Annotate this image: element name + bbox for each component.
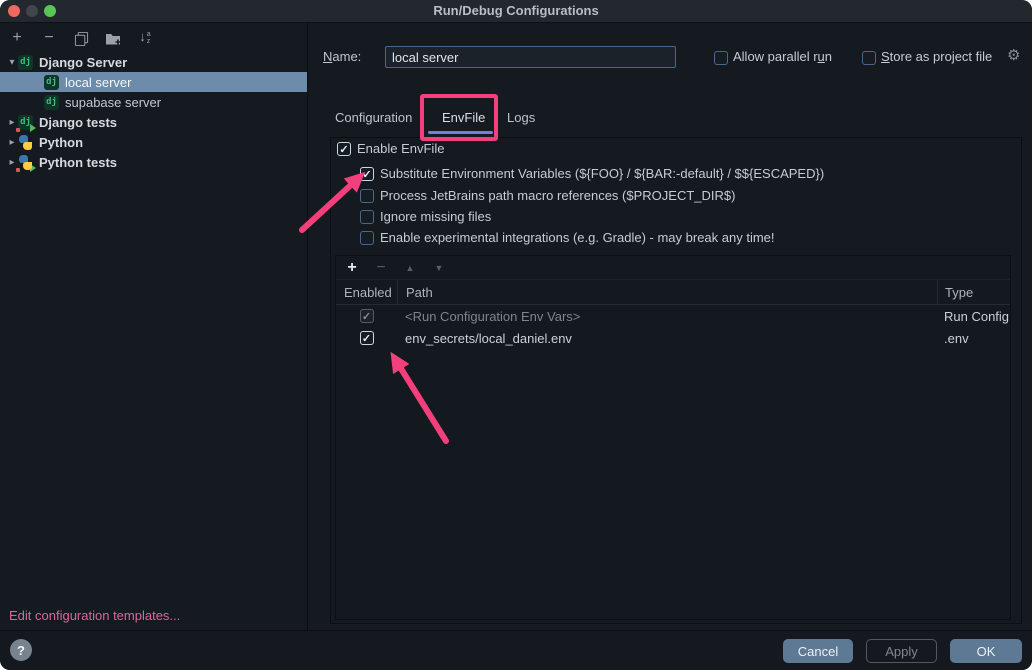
add-configuration-icon[interactable]: + xyxy=(9,30,25,46)
tree-item-label: Python tests xyxy=(39,155,117,170)
django-icon: dj xyxy=(44,75,59,90)
ignore-missing-files-checkbox[interactable] xyxy=(360,210,374,224)
test-badge-icon xyxy=(30,164,36,172)
row-enabled-checkbox[interactable]: ✓ xyxy=(360,331,374,345)
allow-parallel-run-checkbox[interactable] xyxy=(714,51,728,65)
copy-configuration-icon[interactable] xyxy=(73,30,89,46)
test-failed-badge-icon xyxy=(16,128,20,132)
chevron-right-icon[interactable]: ▸ xyxy=(6,157,18,168)
configurations-tree: ▾ dj Django Server dj local server dj su… xyxy=(0,52,307,172)
tab-configuration[interactable]: Configuration xyxy=(335,107,412,128)
tab-logs[interactable]: Logs xyxy=(507,107,535,128)
sort-alphabetically-icon[interactable]: ↓az xyxy=(137,30,153,46)
column-header-enabled: Enabled xyxy=(336,280,397,304)
run-debug-configurations-dialog: Run/Debug Configurations + − ↓az ▾ dj Dj… xyxy=(0,0,1032,670)
window-title: Run/Debug Configurations xyxy=(0,0,1032,22)
ok-button[interactable]: OK xyxy=(950,639,1022,663)
django-icon: dj xyxy=(18,55,33,70)
move-down-icon[interactable]: ▼ xyxy=(432,263,446,273)
experimental-integrations-checkbox[interactable] xyxy=(360,231,374,245)
table-row[interactable]: ✓ env_secrets/local_daniel.env .env xyxy=(336,327,1010,349)
column-header-path: Path xyxy=(397,280,937,304)
tree-item-label: supabase server xyxy=(65,95,161,110)
configuration-name-input[interactable] xyxy=(385,46,676,68)
configurations-sidebar: + − ↓az ▾ dj Django Server dj local serv… xyxy=(0,23,308,630)
remove-env-file-icon[interactable]: − xyxy=(374,259,388,277)
python-tests-icon xyxy=(18,155,33,170)
experimental-integrations-label: Enable experimental integrations (e.g. G… xyxy=(380,227,775,249)
tree-item-python-tests[interactable]: ▸ Python tests xyxy=(0,152,307,172)
tab-envfile[interactable]: EnvFile xyxy=(442,107,485,128)
tree-item-django-server[interactable]: ▾ dj Django Server xyxy=(0,52,307,72)
process-path-macro-label: Process JetBrains path macro references … xyxy=(380,185,735,207)
cancel-button[interactable]: Cancel xyxy=(783,639,853,663)
remove-configuration-icon[interactable]: − xyxy=(41,30,57,46)
table-toolbar: + − ▲ ▼ xyxy=(336,256,1010,280)
chevron-down-icon[interactable]: ▾ xyxy=(6,57,18,68)
test-badge-icon xyxy=(30,124,36,132)
add-env-file-icon[interactable]: + xyxy=(345,259,359,277)
tree-item-local-server[interactable]: dj local server xyxy=(0,72,307,92)
table-row[interactable]: ✓ <Run Configuration Env Vars> Run Confi… xyxy=(336,305,1010,327)
allow-parallel-run-label: Allow parallel run xyxy=(733,46,832,68)
apply-button[interactable]: Apply xyxy=(866,639,937,663)
active-tab-underline xyxy=(428,131,493,134)
python-icon xyxy=(18,135,33,150)
substitute-env-vars-label: Substitute Environment Variables (${FOO}… xyxy=(380,163,824,185)
column-header-type: Type xyxy=(937,280,1010,304)
row-enabled-checkbox: ✓ xyxy=(360,309,374,323)
tree-item-label: local server xyxy=(65,75,131,90)
row-path: env_secrets/local_daniel.env xyxy=(397,327,937,349)
chevron-right-icon[interactable]: ▸ xyxy=(6,137,18,148)
tree-item-python[interactable]: ▸ Python xyxy=(0,132,307,152)
gear-icon[interactable]: ⚙ xyxy=(1007,45,1020,67)
store-as-project-file-label: Store as project file xyxy=(881,46,992,68)
enable-envfile-checkbox[interactable]: ✓ xyxy=(337,142,351,156)
tree-item-supabase-server[interactable]: dj supabase server xyxy=(0,92,307,112)
django-icon: dj xyxy=(44,95,59,110)
sidebar-toolbar: + − ↓az xyxy=(0,23,153,53)
edit-configuration-templates-link[interactable]: Edit configuration templates... xyxy=(9,608,180,623)
process-path-macro-checkbox[interactable] xyxy=(360,189,374,203)
tree-item-label: Django Server xyxy=(39,55,127,70)
env-files-table: + − ▲ ▼ Enabled Path Type ✓ <Run Configu… xyxy=(335,255,1011,620)
test-failed-badge-icon xyxy=(16,168,20,172)
tree-item-django-tests[interactable]: ▸ dj Django tests xyxy=(0,112,307,132)
store-as-project-file-checkbox[interactable] xyxy=(862,51,876,65)
help-icon[interactable]: ? xyxy=(10,639,32,661)
tree-item-label: Django tests xyxy=(39,115,117,130)
titlebar: Run/Debug Configurations xyxy=(0,0,1032,23)
row-type: Run Config xyxy=(937,305,1010,327)
new-folder-icon[interactable] xyxy=(105,30,121,46)
substitute-env-vars-checkbox[interactable]: ✓ xyxy=(360,167,374,181)
dialog-footer: ? Cancel Apply OK xyxy=(0,630,1032,670)
enable-envfile-label: Enable EnvFile xyxy=(357,138,444,160)
row-type: .env xyxy=(937,327,1010,349)
name-field-label: Name: xyxy=(323,46,361,68)
ignore-missing-files-label: Ignore missing files xyxy=(380,206,491,228)
move-up-icon[interactable]: ▲ xyxy=(403,263,417,273)
django-tests-icon: dj xyxy=(18,115,33,130)
table-header: Enabled Path Type xyxy=(336,280,1010,305)
tree-item-label: Python xyxy=(39,135,83,150)
chevron-right-icon[interactable]: ▸ xyxy=(6,117,18,128)
row-path: <Run Configuration Env Vars> xyxy=(397,305,937,327)
